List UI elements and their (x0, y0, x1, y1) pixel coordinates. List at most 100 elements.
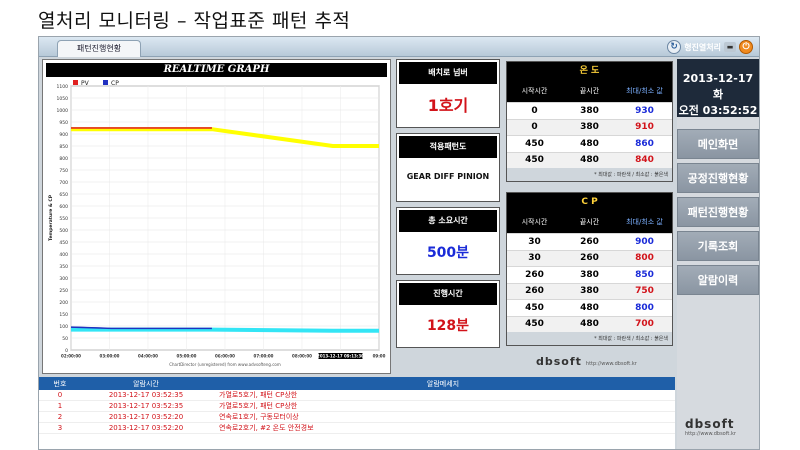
x-tick-label: 06:00:00 (215, 354, 235, 359)
tab-pattern-progress[interactable]: 패턴진행현황 (57, 40, 141, 57)
furnace-label: 배치로 넘버 (399, 62, 497, 84)
col-value: 최대/최소 값 (626, 218, 663, 226)
y-tick-label: 900 (59, 132, 68, 138)
table-row: 260 380 750 (507, 282, 672, 299)
alarm-table: 번호 알람시간 알람메세지 0 2013-12-17 03:52:35 가열로5호기… (39, 377, 675, 449)
furnace-box: 배치로 넘버 1호기 (396, 59, 500, 128)
cp-header: 시작시간 끝시간 최대/최소 값 (507, 211, 672, 233)
cell-end: 480 (580, 138, 599, 149)
menu-records[interactable]: 기록조회 (677, 231, 759, 261)
menu-alarm-history[interactable]: 알람이력 (677, 265, 759, 295)
col-value: 최대/최소 값 (626, 87, 663, 95)
y-tick-label: 1050 (57, 96, 69, 102)
sidebar: 2013-12-17 화 오전 03:52:52 메인화면 공정진행현황 패턴진… (677, 59, 759, 449)
clock: 2013-12-17 화 오전 03:52:52 (677, 59, 759, 117)
y-tick-label: 400 (59, 252, 68, 258)
cell-end: 480 (580, 302, 599, 313)
cell-val: 900 (635, 236, 654, 247)
legend-swatch (73, 80, 78, 85)
y-tick-label: 650 (59, 192, 68, 198)
x-tick-label: 2013-12-17 09:13:30 (317, 354, 364, 359)
alarm-msg: 연속로2호기, #2 온도 안전경보 (219, 424, 314, 432)
alarm-row[interactable]: 0 2013-12-17 03:52:35 가열로5호기, 패턴 CP상한 (39, 390, 675, 401)
progress-time-label: 진행시간 (399, 283, 497, 305)
total-time-value: 500분 (426, 245, 470, 261)
alarm-rows: 0 2013-12-17 03:52:35 가열로5호기, 패턴 CP상한 1 2013… (39, 390, 675, 434)
cell-end: 260 (580, 236, 599, 247)
logo-text: dbsoft (536, 355, 582, 368)
table-row: 0 380 930 (507, 102, 672, 119)
y-tick-label: 50 (62, 336, 68, 342)
furnace-value: 1호기 (427, 96, 469, 115)
sidebar-logo-url: http://www.dbsoft.kr (685, 431, 736, 437)
chart-footer: ChartDirector (unregistered) from www.ad… (169, 362, 281, 367)
cell-start: 450 (525, 302, 544, 313)
cp-title: C P (507, 193, 672, 211)
alarm-row[interactable]: 1 2013-12-17 03:52:35 가열로5호기, 패턴 CP상한 (39, 401, 675, 412)
x-tick-label: 04:00:00 (138, 354, 158, 359)
alarm-no: 0 (57, 391, 63, 399)
alarm-no: 3 (57, 424, 63, 432)
cell-val: 860 (635, 138, 654, 149)
y-tick-label: 500 (59, 228, 68, 234)
table-row: 0 380 910 (507, 118, 672, 135)
pattern-box: 적용패턴도 GEAR DIFF PINION (396, 133, 500, 202)
table-row: 450 480 700 (507, 315, 672, 332)
temperature-table: 온 도 시작시간 끝시간 최대/최소 값 0 380 930 0 380 910 450 48… (506, 61, 673, 182)
cell-end: 380 (580, 286, 599, 297)
y-tick-label: 750 (59, 168, 68, 174)
cell-start: 450 (525, 155, 544, 166)
alarm-row[interactable]: 2 2013-12-17 03:52:20 연속로1호기, 구동모터이상 (39, 412, 675, 423)
cell-end: 260 (580, 253, 599, 264)
cp-rows: 30 260 900 30 260 800 260 380 850 260 380 750 450 480… (507, 233, 672, 332)
progress-time-value: 128분 (426, 318, 470, 334)
col-start: 시작시간 (521, 218, 548, 226)
dbsoft-logo: dbsoft http://www.dbsoft.kr (536, 355, 637, 368)
legend-swatch (103, 80, 108, 85)
table-row: 450 480 800 (507, 299, 672, 316)
alarm-col-no: 번호 (53, 379, 67, 388)
temperature-note: * 최대값 : 파란색 / 최소값 : 붉은색 (507, 168, 672, 181)
refresh-icon[interactable]: ↻ (667, 40, 682, 54)
table-row: 30 260 800 (507, 249, 672, 266)
cell-start: 30 (528, 236, 541, 247)
cell-start: 450 (525, 138, 544, 149)
x-tick-label: 07:00:00 (254, 354, 274, 359)
cell-start: 0 (531, 105, 538, 116)
y-tick-label: 1100 (57, 84, 69, 90)
menu-main[interactable]: 메인화면 (677, 129, 759, 159)
legend-label: CP (111, 80, 119, 87)
y-tick-label: 250 (59, 288, 68, 294)
y-tick-label: 550 (59, 216, 68, 222)
y-tick-label: 950 (59, 120, 68, 126)
y-tick-label: 700 (59, 180, 68, 186)
pattern-label: 적용패턴도 (399, 136, 497, 158)
y-tick-label: 1000 (57, 108, 69, 114)
cell-end: 480 (580, 319, 599, 330)
power-icon[interactable]: ⏻ (739, 40, 753, 54)
cell-start: 0 (531, 122, 538, 133)
app-window: 패턴진행현황 ↻ 형진열처리 ▬ ⏻ REALTIME GRAPH 0 50 100… (38, 36, 760, 450)
cell-end: 480 (580, 155, 599, 166)
minimize-icon[interactable]: ▬ (724, 42, 736, 52)
brand-name: 형진열처리 (684, 42, 721, 52)
slide-title: 열처리 모니터링 – 작업표준 패턴 추적 (38, 10, 351, 32)
cell-end: 380 (580, 269, 599, 280)
cell-start: 260 (525, 269, 544, 280)
alarm-time: 2013-12-17 03:52:20 (108, 424, 184, 432)
table-row: 450 480 840 (507, 151, 672, 168)
alarm-row[interactable]: 3 2013-12-17 03:52:20 연속로2호기, #2 온도 안전경보 (39, 423, 675, 434)
y-tick-label: 800 (59, 156, 68, 162)
alarm-time: 2013-12-17 03:52:35 (108, 402, 184, 410)
cell-start: 450 (525, 319, 544, 330)
y-tick-label: 200 (59, 300, 68, 306)
y-tick-label: 850 (59, 144, 68, 150)
menu-process-status[interactable]: 공정진행현황 (677, 163, 759, 193)
cell-val: 700 (635, 319, 654, 330)
temperature-rows: 0 380 930 0 380 910 450 480 860 450 480 840 (507, 102, 672, 168)
menu-pattern-status[interactable]: 패턴진행현황 (677, 197, 759, 227)
cell-end: 380 (580, 105, 599, 116)
col-end: 끝시간 (579, 87, 600, 95)
alarm-time: 2013-12-17 03:52:35 (108, 391, 184, 399)
logo-url: http://www.dbsoft.kr (585, 361, 637, 367)
